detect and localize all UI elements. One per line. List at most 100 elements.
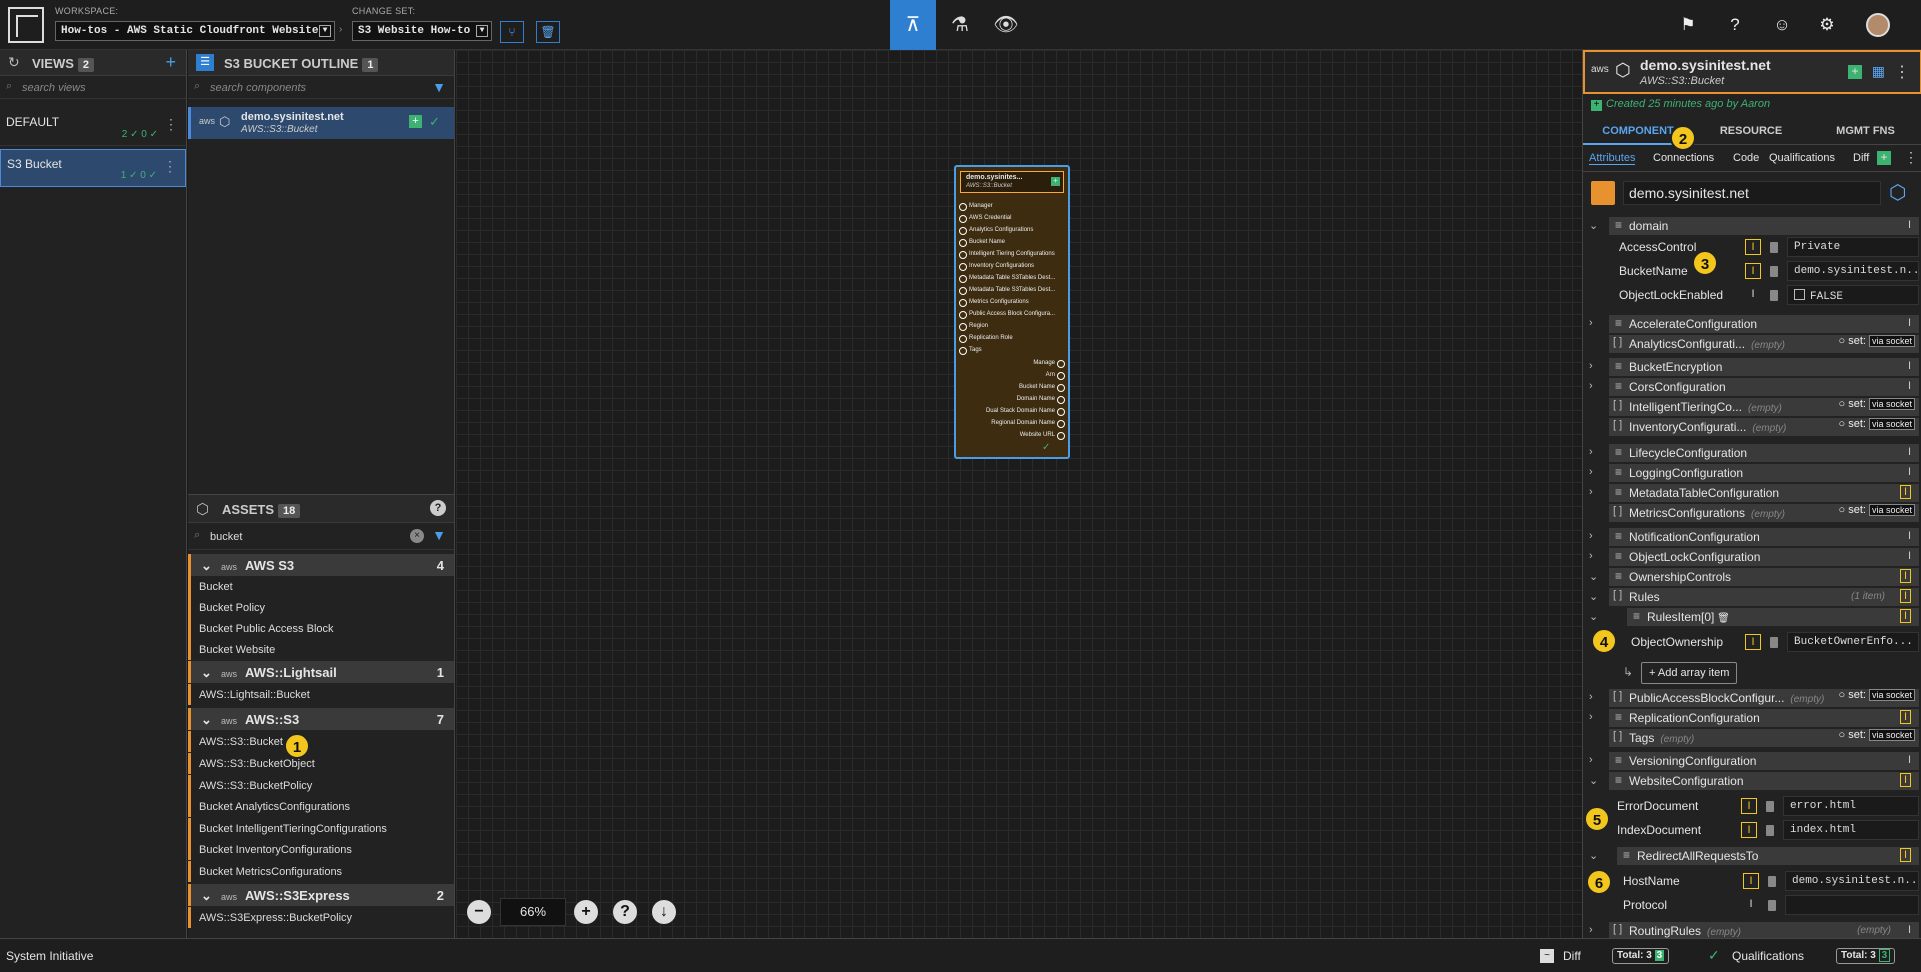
filter-icon[interactable]: ▼ xyxy=(432,527,446,543)
via-socket-select[interactable]: via socket xyxy=(1868,418,1915,430)
attribute-row[interactable]: › MetadataTableConfiguration I xyxy=(1583,484,1921,504)
attribute-group[interactable]: domain I xyxy=(1609,217,1919,235)
socket-setter[interactable]: ○ set: via socket xyxy=(1839,335,1915,347)
input-socket[interactable]: Metrics Configurations xyxy=(959,299,1029,307)
chevron-right-icon[interactable]: › xyxy=(1589,691,1593,703)
components-search-input[interactable]: ⌕ search components ▼ xyxy=(188,77,454,99)
merge-changeset-button[interactable]: ⑂ xyxy=(500,21,524,43)
output-socket[interactable]: Regional Domain Name xyxy=(991,420,1065,428)
output-socket[interactable]: Domain Name xyxy=(1017,396,1066,404)
attribute-row[interactable]: › LifecycleConfiguration I xyxy=(1583,444,1921,464)
asset-item[interactable]: Bucket IntelligentTieringConfigurations xyxy=(188,818,454,839)
kebab-icon[interactable]: ⋮ xyxy=(163,158,177,175)
bucket-name-value[interactable]: demo.sysinitest.n... xyxy=(1787,261,1919,281)
view-item-s3-bucket[interactable]: S3 Bucket 1 ✓ 0 ✓ ⋮ xyxy=(0,149,186,187)
attribute-row[interactable]: › CorsConfiguration I xyxy=(1583,378,1921,398)
attribute-row[interactable]: InventoryConfigurati... (empty) ○ set:via … xyxy=(1583,418,1921,438)
chevron-right-icon[interactable]: › xyxy=(1589,924,1593,936)
attribute-group[interactable]: VersioningConfiguration I xyxy=(1609,752,1919,770)
component-row[interactable]: aws ⬡ demo.sysinitest.net AWS::S3::Bucke… xyxy=(188,107,454,139)
chevron-right-icon[interactable]: › xyxy=(1589,466,1593,478)
ibeam-icon[interactable]: I xyxy=(1908,446,1911,458)
workspace-select[interactable]: How-tos - AWS Static Cloudfront Website ▼ xyxy=(55,21,335,41)
chevron-right-icon[interactable]: › xyxy=(1589,486,1593,498)
input-socket[interactable]: Public Access Block Configura... xyxy=(958,311,1055,319)
zoom-out-button[interactable]: − xyxy=(467,900,491,924)
attribute-group[interactable]: MetadataTableConfiguration I xyxy=(1609,484,1919,502)
asset-item[interactable]: AWS::S3::Bucket xyxy=(188,731,454,752)
socket-setter[interactable]: ○ set: via socket xyxy=(1839,689,1915,701)
doc-icon[interactable] xyxy=(1768,876,1776,887)
asset-item[interactable]: Bucket AnalyticsConfigurations xyxy=(188,796,454,817)
attribute-row[interactable]: › LoggingConfiguration I xyxy=(1583,464,1921,484)
ibeam-icon[interactable]: I xyxy=(1745,239,1761,255)
attribute-group[interactable]: Rules (1 item) I xyxy=(1609,588,1919,606)
chevron-down-icon[interactable]: ⌄ xyxy=(1589,774,1598,787)
attribute-group[interactable]: RulesItem[0] 🗑 I xyxy=(1627,608,1919,626)
input-socket[interactable]: Inventory Configurations xyxy=(958,263,1034,271)
output-socket[interactable]: Website URL xyxy=(1020,432,1066,440)
asset-item[interactable]: Bucket Public Access Block xyxy=(188,618,454,639)
ibeam-icon[interactable]: I xyxy=(1908,466,1911,478)
asset-item[interactable]: Bucket InventoryConfigurations xyxy=(188,839,454,860)
zoom-in-button[interactable]: + xyxy=(574,900,598,924)
host-name-value[interactable]: demo.sysinitest.n... xyxy=(1785,871,1919,891)
object-lock-value[interactable]: FALSE xyxy=(1787,285,1919,305)
ibeam-icon[interactable]: I xyxy=(1899,569,1911,583)
input-socket[interactable]: Metadata Table S3Tables Dest... xyxy=(958,287,1055,295)
ibeam-icon[interactable]: I xyxy=(1899,710,1911,724)
component-name-input[interactable]: demo.sysinitest.net xyxy=(1623,181,1881,205)
book-icon[interactable]: ▦ xyxy=(1872,63,1885,80)
asset-group-aws-s3[interactable]: ⌄ aws AWS S3 4 xyxy=(188,554,454,576)
attribute-group[interactable]: CorsConfiguration I xyxy=(1609,378,1919,396)
ibeam-icon[interactable]: I xyxy=(1899,485,1911,499)
attribute-row[interactable]: › ObjectLockConfiguration I xyxy=(1583,548,1921,568)
views-search-input[interactable]: ⌕ search views xyxy=(0,77,186,99)
attribute-row[interactable]: ⌄ Rules (1 item) I xyxy=(1583,588,1921,608)
attribute-row[interactable]: ⌄ RedirectAllRequestsTo I xyxy=(1583,847,1921,867)
attribute-group[interactable]: IntelligentTieringCo... (empty) ○ set:via … xyxy=(1609,398,1919,416)
ibeam-icon[interactable]: I xyxy=(1899,609,1911,623)
chevron-right-icon[interactable]: › xyxy=(1589,530,1593,542)
chevron-right-icon[interactable]: › xyxy=(1589,380,1593,392)
doc-icon[interactable] xyxy=(1770,266,1778,277)
trash-icon[interactable]: 🗑 xyxy=(1714,613,1730,624)
zoom-level[interactable]: 66% xyxy=(500,898,566,926)
app-logo[interactable] xyxy=(8,7,44,43)
via-socket-select[interactable]: via socket xyxy=(1868,335,1915,347)
object-ownership-value[interactable]: BucketOwnerEnfo... xyxy=(1787,632,1919,652)
attribute-row[interactable]: Tags (empty) ○ set:via socket xyxy=(1583,729,1921,749)
component-node[interactable]: demo.sysinites... AWS::S3::Bucket + Mana… xyxy=(954,165,1070,459)
kebab-icon[interactable]: ⋮ xyxy=(1904,149,1918,166)
attribute-group[interactable]: BucketEncryption I xyxy=(1609,358,1919,376)
doc-icon[interactable] xyxy=(1770,637,1778,648)
attribute-row[interactable]: › NotificationConfiguration I xyxy=(1583,528,1921,548)
input-socket[interactable]: Tags xyxy=(959,347,982,355)
chevron-right-icon[interactable]: › xyxy=(1589,446,1593,458)
ibeam-icon[interactable]: I xyxy=(1745,287,1761,303)
via-socket-select[interactable]: via socket xyxy=(1868,689,1915,701)
attribute-group[interactable]: ObjectLockConfiguration I xyxy=(1609,548,1919,566)
attribute-row[interactable]: ⌄ WebsiteConfiguration I xyxy=(1583,772,1921,792)
ibeam-icon[interactable]: I xyxy=(1741,798,1757,814)
input-socket[interactable]: AWS Credential xyxy=(958,215,1011,223)
ibeam-icon[interactable]: I xyxy=(1743,897,1759,913)
chevron-down-icon[interactable]: ⌄ xyxy=(1589,610,1598,623)
input-socket[interactable]: Metadata Table S3Tables Dest... xyxy=(958,275,1055,283)
asset-group-aws-s3-cf[interactable]: ⌄ aws AWS::S3 7 xyxy=(188,708,454,730)
index-document-value[interactable]: index.html xyxy=(1783,820,1919,840)
asset-group-aws-lightsail[interactable]: ⌄ aws AWS::Lightsail 1 xyxy=(188,661,454,683)
chevron-right-icon[interactable]: › xyxy=(1589,711,1593,723)
ibeam-icon[interactable]: I xyxy=(1743,873,1759,889)
ibeam-icon[interactable]: I xyxy=(1908,219,1911,231)
ibeam-icon[interactable]: I xyxy=(1899,848,1911,862)
ibeam-icon[interactable]: I xyxy=(1908,924,1911,936)
tab-mgmt-fns[interactable]: MGMT FNS xyxy=(1809,119,1921,145)
ibeam-icon[interactable]: I xyxy=(1745,634,1761,650)
attribute-group[interactable]: InventoryConfigurati... (empty) ○ set:via … xyxy=(1609,418,1919,436)
qualifications-label[interactable]: Qualifications xyxy=(1732,949,1804,963)
output-socket[interactable]: Dual Stack Domain Name xyxy=(986,408,1066,416)
attribute-group[interactable]: AnalyticsConfigurati... (empty) ○ set:via … xyxy=(1609,335,1919,353)
attribute-row[interactable]: › RoutingRules (empty) (empty) I xyxy=(1583,922,1921,938)
ibeam-icon[interactable]: I xyxy=(1908,550,1911,562)
